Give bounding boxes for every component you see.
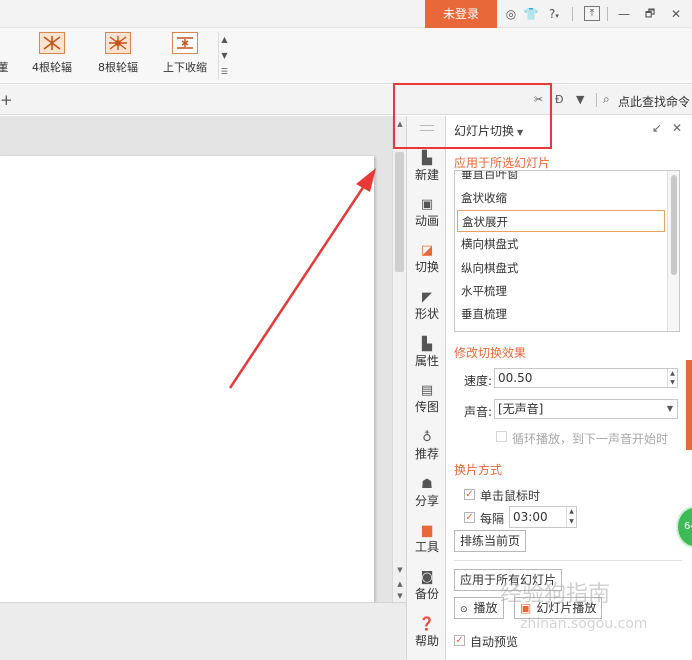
annotation-arrow	[228, 168, 376, 389]
